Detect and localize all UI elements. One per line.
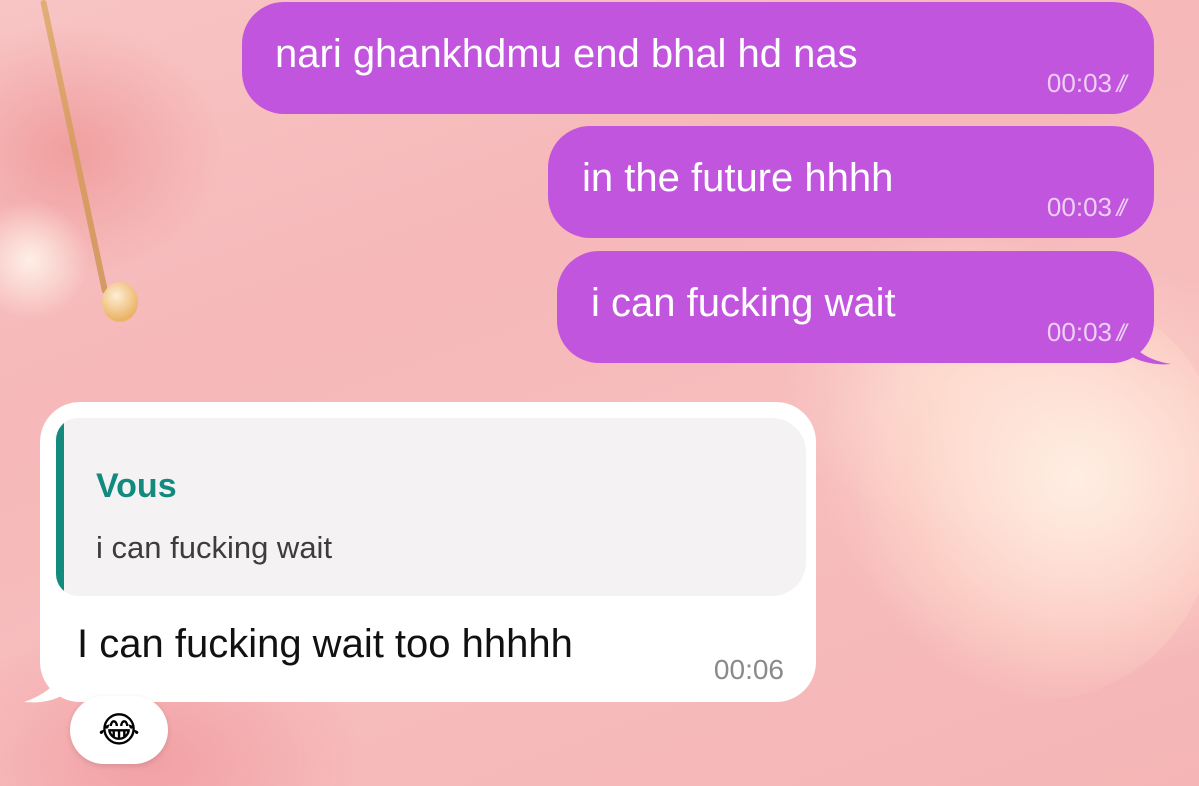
- outgoing-message[interactable]: i can fucking wait 00:03//: [557, 251, 1154, 363]
- message-time-value: 00:03: [1046, 192, 1112, 222]
- outgoing-message[interactable]: in the future hhhh 00:03//: [548, 126, 1154, 238]
- background-stem: [40, 0, 109, 295]
- quote-author: Vous: [96, 467, 177, 505]
- message-text: I can fucking wait too hhhhh: [77, 622, 573, 666]
- message-time: 00:03//: [1046, 192, 1130, 224]
- outgoing-message[interactable]: nari ghankhdmu end bhal hd nas 00:03//: [242, 2, 1154, 114]
- tears-of-joy-emoji-icon: 😂: [97, 709, 141, 750]
- message-time: 00:03//: [1046, 317, 1130, 349]
- quote-accent-bar: [56, 418, 64, 596]
- incoming-message[interactable]: Vous i can fucking wait I can fucking wa…: [40, 402, 816, 702]
- background-blossom: [0, 200, 90, 320]
- quoted-reply[interactable]: Vous i can fucking wait: [56, 418, 806, 596]
- message-text: in the future hhhh: [582, 156, 894, 200]
- message-time-value: 00:03: [1046, 317, 1112, 347]
- reaction-badge[interactable]: 😂: [70, 696, 168, 764]
- message-time-value: 00:03: [1046, 68, 1112, 98]
- message-text: nari ghankhdmu end bhal hd nas: [275, 32, 858, 76]
- message-text: i can fucking wait: [591, 281, 896, 325]
- outgoing-bubble-tail: [1125, 330, 1171, 365]
- background-bud: [102, 282, 138, 322]
- quote-text: i can fucking wait: [96, 530, 333, 565]
- message-time: 00:03//: [1046, 68, 1130, 100]
- message-time: 00:06: [713, 654, 784, 685]
